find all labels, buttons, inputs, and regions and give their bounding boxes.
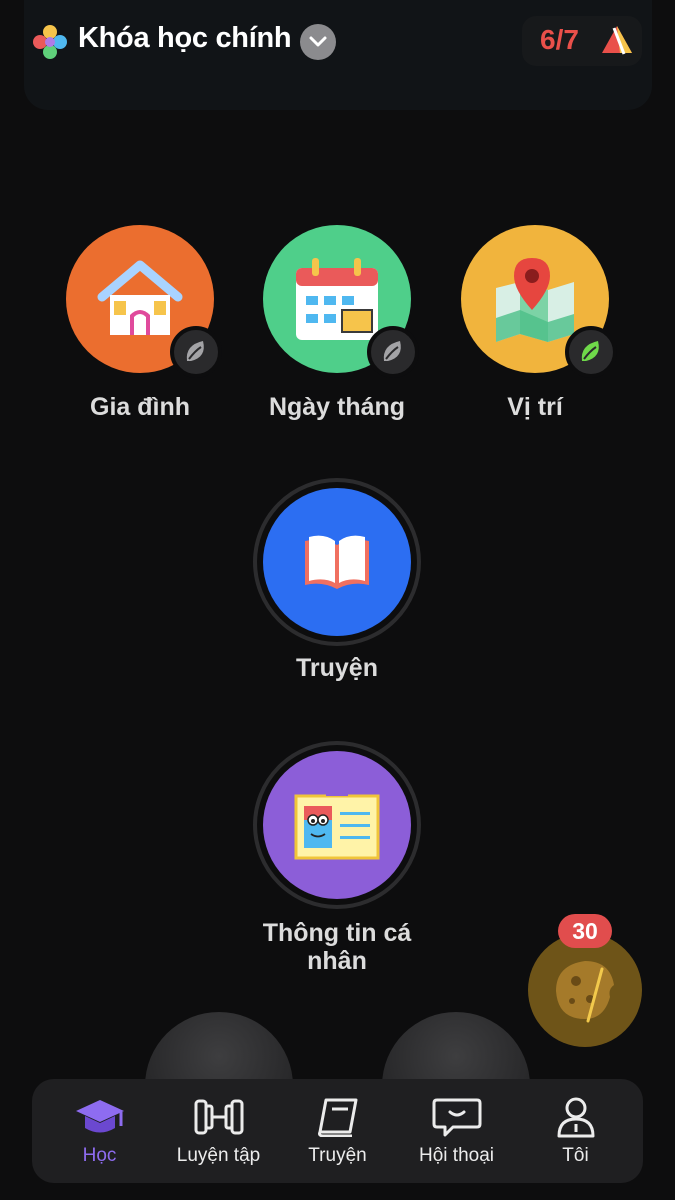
house-icon xyxy=(97,260,183,335)
leaf-icon xyxy=(186,341,204,361)
nav-item-hoi-thoai[interactable]: Hội thoại xyxy=(398,1081,516,1181)
cookie-icon xyxy=(556,961,614,1023)
lesson-circle[interactable] xyxy=(263,488,411,636)
nav-label: Hội thoại xyxy=(419,1145,494,1166)
calendar-icon xyxy=(296,258,378,340)
nav-item-toi[interactable]: Tôi xyxy=(517,1081,635,1181)
chevron-down-icon xyxy=(309,36,327,47)
dumbbell-icon xyxy=(193,1095,245,1139)
nav-label: Tôi xyxy=(562,1145,589,1166)
reward-count-badge: 30 xyxy=(558,914,612,948)
nav-item-hoc[interactable]: Học xyxy=(41,1081,159,1181)
nav-item-truyen[interactable]: Truyện xyxy=(279,1081,397,1181)
flag-icon xyxy=(602,26,632,55)
course-dropdown-button[interactable] xyxy=(300,24,336,60)
lesson-circle[interactable] xyxy=(263,751,411,899)
course-logo-icon xyxy=(33,25,67,59)
nav-label: Luyện tập xyxy=(176,1145,261,1166)
lock-badge xyxy=(170,326,222,378)
bottom-nav: Học Luyện tập Truyện Hội thoại Tôi xyxy=(32,1079,643,1183)
book-icon xyxy=(312,1095,364,1139)
nav-label: Học xyxy=(82,1145,117,1166)
book-icon xyxy=(305,535,369,589)
leaf-icon xyxy=(383,341,401,361)
course-title[interactable]: Khóa học chính xyxy=(78,22,292,55)
nav-label: Truyện xyxy=(308,1145,367,1166)
lesson-gia-dinh[interactable]: Gia đình xyxy=(55,225,225,425)
lesson-label: Truyện xyxy=(296,654,378,682)
lesson-label-line: Thông tin cá xyxy=(262,919,412,947)
lesson-label-line: nhân xyxy=(307,947,367,975)
leaf-icon xyxy=(581,341,599,361)
map-pin-icon xyxy=(496,258,574,342)
lock-badge xyxy=(367,326,419,378)
progress-indicator[interactable]: 6/7 xyxy=(522,16,642,66)
reward-button[interactable] xyxy=(528,933,642,1047)
completed-badge xyxy=(565,326,617,378)
id-card-icon xyxy=(294,790,380,860)
lesson-thong-tin-ca-nhan[interactable]: Thông tin cá nhân xyxy=(252,741,422,981)
lesson-label: Thông tin cá nhân xyxy=(232,919,442,975)
nav-item-luyen-tap[interactable]: Luyện tập xyxy=(160,1081,278,1181)
chat-bubble-icon xyxy=(431,1095,483,1139)
lesson-vi-tri[interactable]: Vị trí xyxy=(450,225,620,425)
graduation-cap-icon xyxy=(74,1095,126,1139)
lesson-ngay-thang[interactable]: Ngày tháng xyxy=(252,225,422,425)
lesson-label: Ngày tháng xyxy=(268,393,406,421)
progress-count: 6/7 xyxy=(540,24,579,55)
lesson-truyen[interactable]: Truyện xyxy=(252,478,422,688)
lesson-label: Gia đình xyxy=(90,393,190,421)
lesson-label: Vị trí xyxy=(507,393,563,421)
person-icon xyxy=(550,1095,602,1139)
